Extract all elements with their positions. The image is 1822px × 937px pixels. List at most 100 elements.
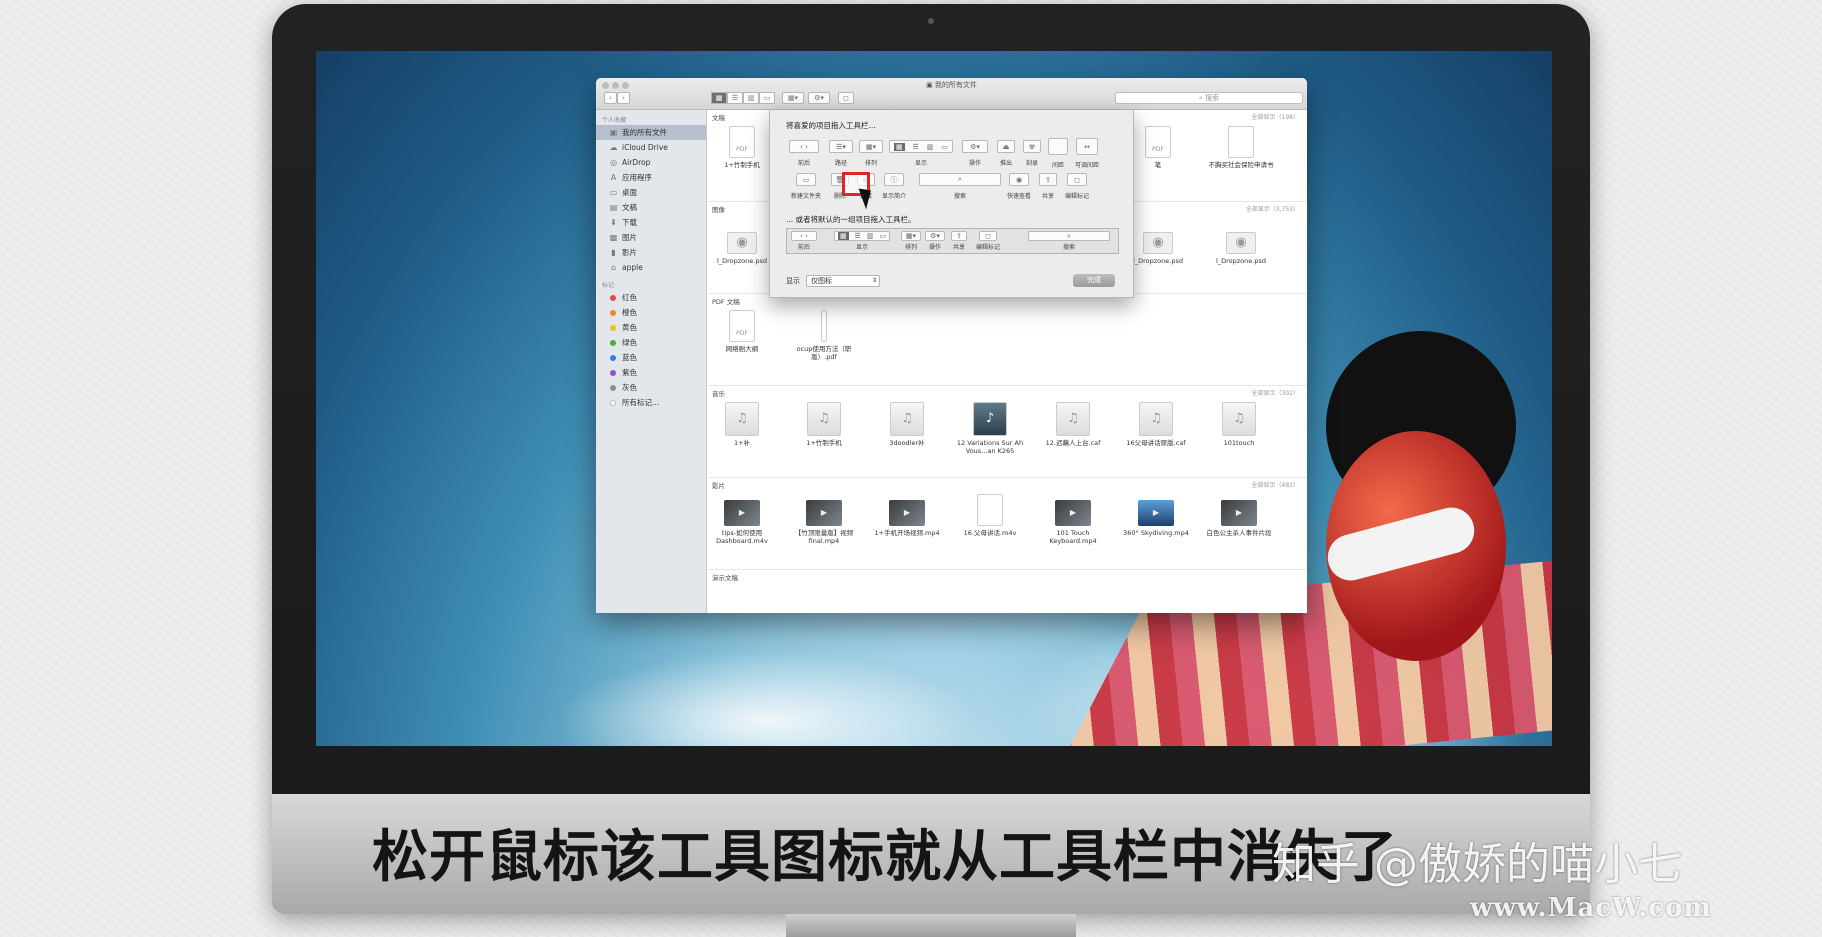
sidebar-item-documents[interactable]: ▤ 文稿 (596, 200, 706, 215)
toolbar-item-action[interactable]: ⚙▾ 操作 (960, 140, 990, 167)
toolbar-item-eject[interactable]: ⏏ 推出 (994, 140, 1018, 167)
sidebar-tag-purple[interactable]: 紫色 (596, 365, 706, 380)
sidebar-item-movies[interactable]: ▮ 影片 (596, 245, 706, 260)
sidebar-tag-orange[interactable]: 橙色 (596, 305, 706, 320)
list-view-icon: ☰ (912, 142, 919, 151)
file-item[interactable]: ▶ 101 Touch Keyboard.mp4 (1037, 494, 1109, 545)
toolbar-item-view[interactable]: ▦ ☰ ▥ ▭ 显示 (888, 140, 954, 167)
file-item[interactable]: ♫ 16父母讲话原版.caf (1120, 402, 1192, 447)
forward-button[interactable]: › (617, 92, 630, 104)
share-icon: ⇪ (951, 231, 967, 241)
gear-icon: ⚙▾ (808, 92, 830, 104)
sidebar-item-icloud[interactable]: ☁ iCloud Drive (596, 140, 706, 155)
file-item[interactable]: ♫ 3doodler补 (871, 402, 943, 447)
show-all-link[interactable]: 全部显示（483） (1252, 480, 1299, 489)
wallpaper-cloud (556, 651, 976, 746)
edit-tags-button[interactable]: ◻ (838, 92, 854, 104)
file-item[interactable]: PDF 1+竹制手机 (706, 126, 778, 169)
column-view-icon[interactable]: ▥ (743, 92, 759, 104)
default-item-share: ⇪ 共享 (951, 231, 967, 251)
toolbar-item-search[interactable]: ⌕ 搜索 (918, 173, 1002, 200)
share-icon: ⇪ (1039, 173, 1057, 186)
text-document-icon (1228, 126, 1254, 158)
toolbar-item-flexible-space[interactable]: ↔ 可调间距 (1072, 138, 1102, 169)
toolbar-item-burn[interactable]: ☢ 刻录 (1020, 140, 1044, 167)
tag-color-dot (610, 399, 616, 406)
search-icon: ⌕ (1028, 231, 1110, 241)
show-all-link[interactable]: 全部显示（302） (1252, 388, 1299, 397)
list-view-icon[interactable]: ☰ (727, 92, 743, 104)
sidebar-tag-blue[interactable]: 蓝色 (596, 350, 706, 365)
finder-sidebar: 个人收藏 ▣ 我的所有文件 ☁ iCloud Drive ◎ AirDrop A 应用程… (596, 110, 707, 613)
arrange-button[interactable]: ▦▾ (782, 92, 804, 104)
video-thumbnail-icon: ▶ (1138, 500, 1174, 526)
toolbar-item-back-forward[interactable]: ‹ › 前后 (788, 140, 820, 167)
file-item[interactable]: ◉ l_Dropzone.psd (1205, 232, 1277, 265)
show-all-link[interactable]: 全部显示（198） (1252, 112, 1299, 121)
psd-image-icon: ◉ (1143, 232, 1173, 254)
file-item[interactable]: ♫ 1+竹制手机 (788, 402, 860, 447)
file-item[interactable]: ▶ 360° Skydiving.mp4 (1120, 494, 1192, 537)
applications-icon: A (610, 173, 617, 182)
file-item[interactable]: ▶ 1+手机开场视频.mp4 (871, 494, 943, 537)
path-icon: ☰▾ (829, 140, 853, 153)
file-item[interactable]: ♪ 12 Variations Sur Ah Vous...an K265 (954, 402, 1026, 455)
music-note-icon: ♫ (1056, 402, 1090, 436)
default-toolbar-set[interactable]: ‹ › 前后 ▦ ☰ ▥ ▭ 显示 ▦▾ 排列 ⚙▾ 操作 ⇪ 共享 ◻ 编辑标记 ⌕… (786, 228, 1119, 254)
show-all-link[interactable]: 全部显示（3,753） (1246, 204, 1299, 213)
show-mode-select[interactable]: 仅图标 ⇕ (806, 275, 880, 287)
sidebar-tag-yellow[interactable]: 黄色 (596, 320, 706, 335)
section-music: 音乐 全部显示（302） ♫ 1+补 ♫ 1+竹制手机 ♫ 3doodler补 … (708, 386, 1307, 478)
sidebar-item-downloads[interactable]: ⬇ 下载 (596, 215, 706, 230)
tag-color-dot (610, 294, 616, 301)
sidebar-tag-green[interactable]: 绿色 (596, 335, 706, 350)
toolbar-item-space[interactable]: 间距 (1046, 138, 1070, 169)
sidebar-tag-red[interactable]: 红色 (596, 290, 706, 305)
icon-view-icon[interactable]: ▦ (711, 92, 727, 104)
toolbar-item-arrange[interactable]: ▦▾ 排列 (856, 140, 886, 167)
file-item[interactable]: ♫ 1+补 (706, 402, 778, 447)
search-icon: ⌕ (919, 173, 1001, 186)
section-title: 图像 (712, 206, 725, 214)
sidebar-item-applications[interactable]: A 应用程序 (596, 170, 706, 185)
done-button[interactable]: 完成 (1073, 274, 1115, 287)
sidebar-item-all-files[interactable]: ▣ 我的所有文件 (596, 125, 706, 140)
file-item[interactable]: ocup使用方法（职版）.pdf (788, 310, 860, 361)
sidebar-item-airdrop[interactable]: ◎ AirDrop (596, 155, 706, 170)
file-item[interactable]: ▶ 【竹顶限量版】视频final.mp4 (788, 494, 860, 545)
arrange-icon: ▦▾ (901, 231, 921, 241)
coverflow-view-icon[interactable]: ▭ (759, 92, 775, 104)
blank-document-icon (977, 494, 1003, 526)
file-item[interactable]: ◉ l_Dropzone.psd (706, 232, 778, 265)
default-item-action: ⚙▾ 操作 (923, 231, 947, 251)
sidebar-item-home[interactable]: ⌂ apple (596, 260, 706, 275)
tag-color-dot (610, 339, 616, 346)
toolbar-item-get-info[interactable]: ⓘ 显示简介 (876, 173, 912, 200)
all-files-icon: ▣ (609, 128, 618, 137)
file-item[interactable]: 16.父母讲话.m4v (954, 494, 1026, 537)
back-button[interactable]: ‹ (604, 92, 617, 104)
sidebar-item-desktop[interactable]: ▭ 桌面 (596, 185, 706, 200)
burn-icon: ☢ (1023, 140, 1041, 153)
file-item[interactable]: ▶ 白色公主杀人事件片段 (1203, 494, 1275, 537)
section-title: 影片 (712, 482, 725, 490)
sidebar-tag-all[interactable]: 所有标记... (596, 395, 706, 410)
toolbar-item-path[interactable]: ☰▾ 路径 (826, 140, 856, 167)
arrange-icon: ▦▾ (859, 140, 883, 153)
toolbar-item-new-folder[interactable]: ▭ 新建文件夹 (786, 173, 826, 200)
file-item[interactable]: ♫ 12.迟藕人上台.caf (1037, 402, 1109, 447)
tag-color-dot (610, 354, 616, 361)
sidebar-item-pictures[interactable]: ▩ 图片 (596, 230, 706, 245)
video-thumbnail-icon: ▶ (724, 500, 760, 526)
toolbar-item-quick-look[interactable]: ◉ 快速查看 (1002, 173, 1036, 200)
file-item[interactable]: PDF 网络剧大纲 (706, 310, 778, 353)
file-item[interactable]: ♫ 101touch (1203, 402, 1275, 447)
file-item[interactable]: 不胸买社会保险申请书 (1205, 126, 1277, 169)
toolbar-item-share[interactable]: ⇪ 共享 (1036, 173, 1060, 200)
action-button[interactable]: ⚙▾ (808, 92, 830, 104)
sidebar-tag-gray[interactable]: 灰色 (596, 380, 706, 395)
file-item[interactable]: ▶ tips-如何使用Dashboard.m4v (706, 494, 778, 545)
toolbar-item-edit-tags[interactable]: ◻ 编辑标记 (1060, 173, 1094, 200)
music-note-icon: ♫ (725, 402, 759, 436)
search-field[interactable]: ⌕ 搜索 (1115, 92, 1303, 104)
